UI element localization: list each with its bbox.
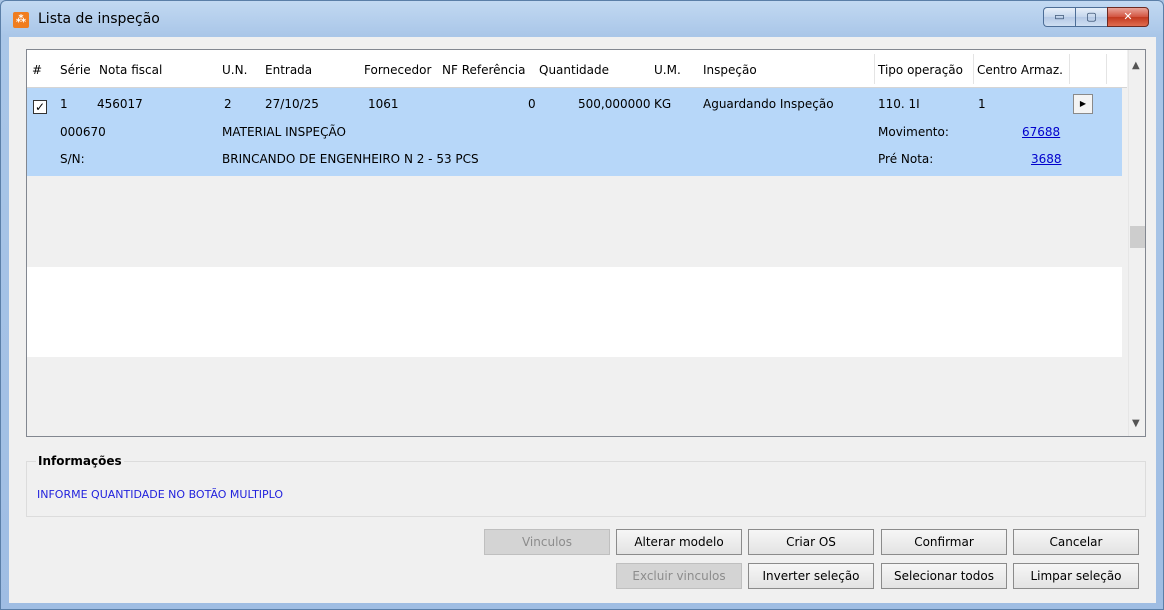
cell-description: MATERIAL INSPEÇÃO (222, 125, 346, 139)
info-title: Informações (36, 454, 124, 468)
empty-row-band (27, 267, 1122, 357)
vinculos-button[interactable]: Vinculos (484, 529, 610, 555)
criar-os-button[interactable]: Criar OS (748, 529, 874, 555)
grid-header: # Série Nota fiscal U.N. Entrada Fornece… (27, 50, 1127, 88)
selecionar-todos-button[interactable]: Selecionar todos (881, 563, 1007, 589)
col-divider (973, 54, 974, 84)
cell-quantidade: 500,000000 (578, 97, 651, 111)
cancelar-button[interactable]: Cancelar (1013, 529, 1139, 555)
table-row[interactable]: ✓ 1 456017 2 27/10/25 1061 0 500,000000 … (27, 88, 1122, 176)
cell-nota-fiscal: 456017 (97, 97, 143, 111)
close-icon[interactable]: ✕ (1107, 7, 1149, 27)
vertical-scrollbar[interactable]: ▲ ▼ (1128, 50, 1145, 436)
cell-um: KG (654, 97, 672, 111)
cell-serie: 1 (60, 97, 68, 111)
col-header-quantidade[interactable]: Quantidade (539, 63, 609, 77)
col-header-un[interactable]: U.N. (222, 63, 247, 77)
cell-tipo-operacao: 110. 1I (878, 97, 920, 111)
inspection-list-window: ⁂ Lista de inspeção ▭ ▢ ✕ # Série Nota f… (0, 0, 1164, 610)
scroll-thumb[interactable] (1130, 226, 1145, 248)
inspection-grid[interactable]: # Série Nota fiscal U.N. Entrada Fornece… (26, 49, 1146, 437)
window-controls: ▭ ▢ ✕ (1043, 7, 1149, 27)
col-header-inspecao[interactable]: Inspeção (703, 63, 757, 77)
col-header-um[interactable]: U.M. (654, 63, 681, 77)
info-message: INFORME QUANTIDADE NO BOTÃO MULTIPLO (37, 488, 284, 501)
movimento-label: Movimento: (878, 125, 949, 139)
movimento-link[interactable]: 67688 (1022, 125, 1060, 139)
cell-centro-armaz: 1 (978, 97, 986, 111)
cell-code: 000670 (60, 125, 106, 139)
col-header-tipo-operacao[interactable]: Tipo operação (878, 63, 963, 77)
window-client: # Série Nota fiscal U.N. Entrada Fornece… (9, 37, 1156, 603)
col-divider (1106, 54, 1107, 84)
col-divider (874, 54, 875, 84)
limpar-selecao-button[interactable]: Limpar seleção (1013, 563, 1139, 589)
cell-nf-referencia: 0 (528, 97, 536, 111)
sn-value: BRINCANDO DE ENGENHEIRO N 2 - 53 PCS (222, 152, 479, 166)
cell-entrada: 27/10/25 (265, 97, 319, 111)
sn-label: S/N: (60, 152, 85, 166)
cell-inspecao: Aguardando Inspeção (703, 97, 834, 111)
col-header-index[interactable]: # (32, 63, 42, 77)
col-header-nf-referencia[interactable]: NF Referência (442, 63, 525, 77)
col-header-entrada[interactable]: Entrada (265, 63, 312, 77)
expand-row-button[interactable]: ▶ (1073, 94, 1093, 114)
maximize-icon[interactable]: ▢ (1075, 7, 1107, 27)
excluir-vinculos-button[interactable]: Excluir vinculos (616, 563, 742, 589)
window-title: Lista de inspeção (38, 11, 160, 27)
col-header-fornecedor[interactable]: Fornecedor (364, 63, 431, 77)
pre-nota-label: Pré Nota: (878, 152, 934, 166)
col-header-serie[interactable]: Série (60, 63, 91, 77)
col-header-centro-armaz[interactable]: Centro Armaz. (977, 63, 1063, 77)
app-icon: ⁂ (13, 12, 29, 28)
confirmar-button[interactable]: Confirmar (881, 529, 1007, 555)
cell-fornecedor: 1061 (368, 97, 399, 111)
row-checkbox[interactable]: ✓ (33, 100, 47, 114)
info-group: Informações INFORME QUANTIDADE NO BOTÃO … (26, 454, 1146, 517)
alterar-modelo-button[interactable]: Alterar modelo (616, 529, 742, 555)
minimize-icon[interactable]: ▭ (1043, 7, 1075, 27)
cell-un: 2 (224, 97, 232, 111)
col-header-nota-fiscal[interactable]: Nota fiscal (99, 63, 162, 77)
scroll-up-icon[interactable]: ▲ (1132, 60, 1140, 71)
pre-nota-link[interactable]: 3688 (1031, 152, 1062, 166)
inverter-selecao-button[interactable]: Inverter seleção (748, 563, 874, 589)
scroll-down-icon[interactable]: ▼ (1132, 418, 1140, 429)
col-divider (1069, 54, 1070, 84)
title-bar[interactable]: ⁂ Lista de inspeção ▭ ▢ ✕ (1, 1, 1163, 37)
